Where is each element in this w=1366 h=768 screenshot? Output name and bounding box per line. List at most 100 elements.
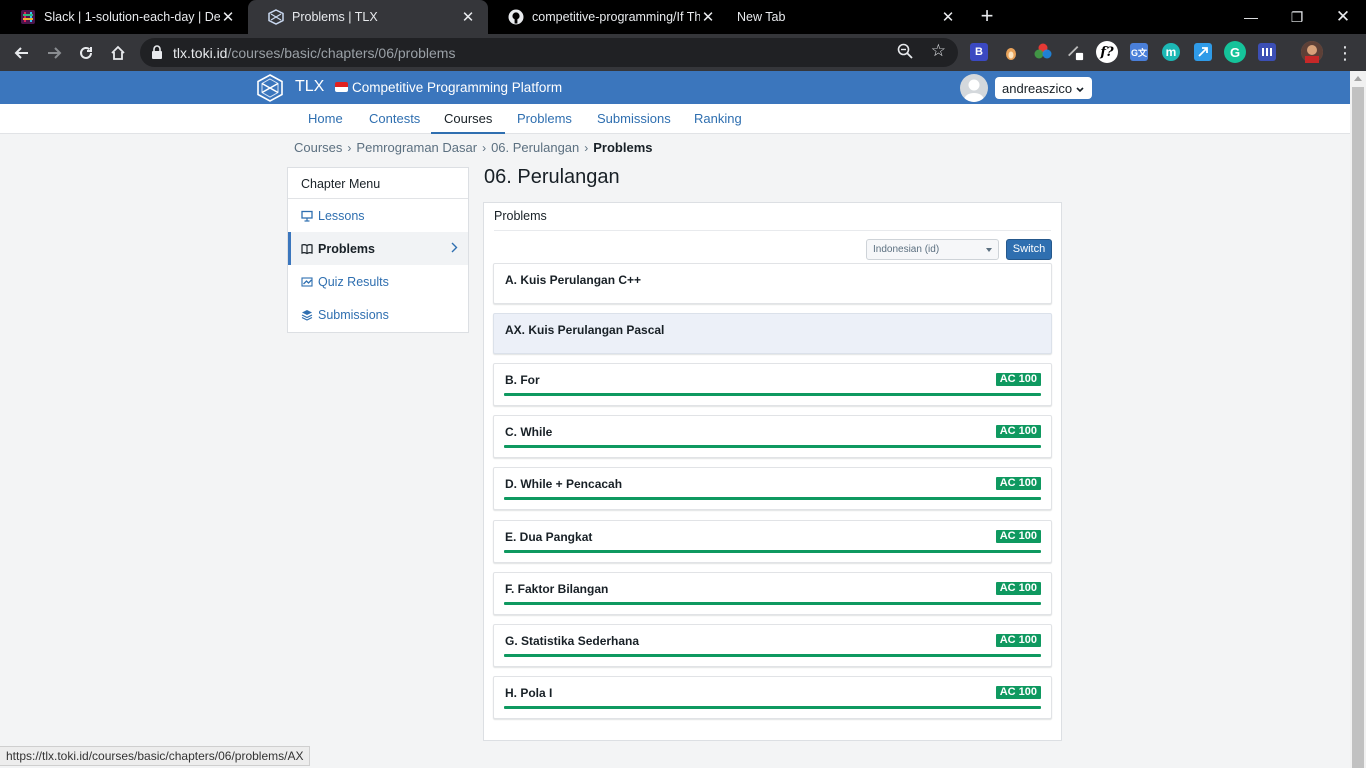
verdict-badge: AC 100 [995,477,1041,490]
extension-color-icon[interactable] [1034,43,1052,61]
divider [494,230,1051,231]
browser-menu-icon[interactable]: ⋮ [1332,40,1358,66]
indonesia-flag-icon [335,82,348,92]
browser-toolbar: tlx.toki.id/courses/basic/chapters/06/pr… [0,34,1366,71]
problem-name[interactable]: H. Pola I [505,686,552,700]
reload-icon[interactable] [73,40,99,66]
extension-b-icon[interactable]: B [970,43,988,61]
chapter-menu-lessons[interactable]: Lessons [288,199,468,232]
layers-icon [301,309,313,321]
browser-tab-newtab[interactable]: New Tab ✕ [728,0,968,34]
close-icon[interactable]: ✕ [940,9,956,26]
brand-name[interactable]: TLX [295,78,324,96]
problem-row[interactable]: B. For AC 100 [493,363,1052,406]
restore-icon[interactable]: ❐ [1274,0,1320,34]
breadcrumb-chapter[interactable]: 06. Perulangan [491,140,579,155]
chapter-menu-title: Chapter Menu [288,168,468,199]
bookmark-star-icon[interactable]: ☆ [931,41,946,61]
page-scrollbar[interactable] [1350,71,1366,768]
browser-tab-slack[interactable]: Slack | 1-solution-each-day | Del ✕ [0,0,248,34]
nav-courses[interactable]: Courses [430,111,506,134]
breadcrumb: Courses › Pemrograman Dasar › 06. Perulangan… [294,140,658,155]
tab-title: Problems | TLX [292,10,378,24]
nav-home[interactable]: Home [308,111,343,126]
problem-name[interactable]: F. Faktor Bilangan [505,582,608,596]
breadcrumb-courses[interactable]: Courses [294,140,342,155]
close-icon[interactable]: ✕ [460,9,476,26]
chapter-menu-quiz-results[interactable]: Quiz Results [288,265,468,298]
chapter-menu: Chapter Menu Lessons Problems Quiz Resul… [287,167,469,333]
window-close-icon[interactable]: ✕ [1320,0,1366,34]
problem-row[interactable]: A. Kuis Perulangan C++ [493,263,1052,304]
switch-language-button[interactable]: Switch [1006,239,1052,260]
problem-row[interactable]: H. Pola I AC 100 [493,676,1052,719]
nav-ranking[interactable]: Ranking [694,111,742,126]
close-icon[interactable]: ✕ [700,9,716,26]
scrollbar-thumb[interactable] [1352,87,1364,768]
main-nav: Home Contests Courses Problems Submissio… [0,104,1350,134]
tlx-icon [268,9,284,25]
chapter-menu-problems[interactable]: Problems [288,232,468,265]
verdict-badge: AC 100 [995,582,1041,595]
language-select[interactable]: Indonesian (id) [866,239,999,260]
chapter-menu-submissions[interactable]: Submissions [288,298,468,331]
user-avatar[interactable] [960,74,988,102]
extension-pen-icon[interactable] [1066,43,1084,61]
user-menu-button[interactable]: andreaszico [995,77,1093,99]
score-bar [504,497,1041,500]
back-icon[interactable] [9,40,35,66]
nav-submissions[interactable]: Submissions [597,111,671,126]
page-title: 06. Perulangan [484,166,620,188]
scroll-up-icon[interactable] [1354,76,1362,81]
extension-m-icon[interactable]: m [1162,43,1180,61]
language-select-value: Indonesian (id) [873,244,940,255]
score-bar [504,550,1041,553]
browser-tab-strip: Slack | 1-solution-each-day | Del ✕ Prob… [0,0,1366,34]
problem-row[interactable]: D. While + Pencacah AC 100 [493,467,1052,510]
username: andreaszico [1002,80,1073,96]
forward-icon[interactable] [41,40,67,66]
problems-card: Problems Indonesian (id) Switch A. Kuis … [483,202,1062,741]
extension-grammarly-icon[interactable]: G [1224,41,1246,63]
problem-row[interactable]: AX. Kuis Perulangan Pascal [493,313,1052,354]
problem-name[interactable]: E. Dua Pangkat [505,530,592,544]
problem-row[interactable]: G. Statistika Sederhana AC 100 [493,624,1052,667]
site-tagline: Competitive Programming Platform [352,80,563,95]
browser-tab-tlx[interactable]: Problems | TLX ✕ [248,0,488,34]
chevron-right-icon: › [584,141,589,155]
problem-row[interactable]: E. Dua Pangkat AC 100 [493,520,1052,563]
problem-name[interactable]: D. While + Pencacah [505,477,622,491]
browser-tab-github[interactable]: competitive-programming/If The ✕ [488,0,728,34]
url-text: tlx.toki.id/courses/basic/chapters/06/pr… [173,45,456,61]
extension-bars-icon[interactable] [1258,43,1276,61]
extension-arrow-icon[interactable] [1194,43,1212,61]
problem-name[interactable]: A. Kuis Perulangan C++ [505,273,641,287]
profile-avatar[interactable] [1301,41,1323,63]
verdict-badge: AC 100 [995,425,1041,438]
problem-name[interactable]: AX. Kuis Perulangan Pascal [505,323,664,337]
problem-row[interactable]: F. Faktor Bilangan AC 100 [493,572,1052,615]
close-icon[interactable]: ✕ [220,9,236,26]
presentation-icon [301,210,313,222]
link-status-bar: https://tlx.toki.id/courses/basic/chapte… [0,746,311,766]
problem-row[interactable]: C. While AC 100 [493,415,1052,458]
problem-name[interactable]: C. While [505,425,552,439]
nav-contests[interactable]: Contests [369,111,420,126]
tab-title: New Tab [737,10,786,24]
extension-formula-icon[interactable]: f? [1096,41,1118,63]
home-icon[interactable] [105,40,131,66]
extension-flame-icon[interactable] [1002,43,1020,61]
problem-name[interactable]: G. Statistika Sederhana [505,634,639,648]
score-bar [504,654,1041,657]
tlx-logo-icon[interactable] [257,74,283,102]
problem-name[interactable]: B. For [505,373,540,387]
tab-title: Slack | 1-solution-each-day | Del [44,10,220,24]
address-bar[interactable]: tlx.toki.id/courses/basic/chapters/06/pr… [140,38,958,67]
score-bar [504,445,1041,448]
zoom-icon[interactable] [897,43,915,61]
breadcrumb-course[interactable]: Pemrograman Dasar [356,140,477,155]
new-tab-button[interactable]: + [976,5,998,28]
minimize-icon[interactable]: — [1228,0,1274,34]
nav-problems[interactable]: Problems [517,111,572,126]
extension-translate-icon[interactable]: G文 [1130,43,1148,61]
